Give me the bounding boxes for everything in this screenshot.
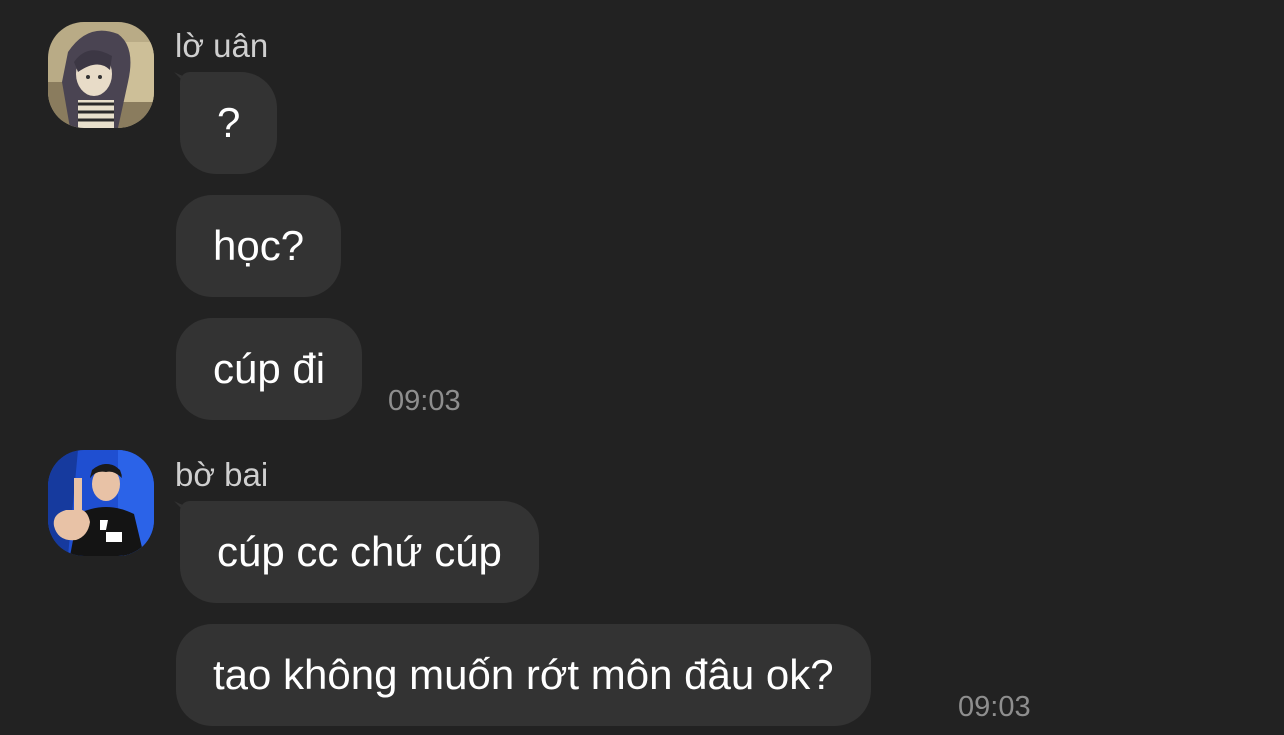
message-text: cúp đi <box>213 345 326 392</box>
avatar[interactable] <box>48 22 154 128</box>
chat-thread: lờ uân ? học? cúp đi 09:03 bờ bai cúp cc… <box>0 0 1284 735</box>
message-bubble[interactable]: ? <box>180 72 278 174</box>
message-bubble[interactable]: cúp cc chứ cúp <box>180 501 539 603</box>
anime-girl-avatar-icon <box>48 22 154 128</box>
sender-name: bờ bai <box>175 456 269 493</box>
message-bubble[interactable]: cúp đi <box>176 318 363 420</box>
message-text: học? <box>213 222 305 269</box>
sender-name: lờ uân <box>175 27 269 64</box>
message-text: cúp cc chứ cúp <box>217 528 502 575</box>
message-bubble[interactable]: học? <box>176 195 342 297</box>
message-text: ? <box>217 99 241 146</box>
avatar[interactable] <box>48 450 154 556</box>
message-timestamp: 09:03 <box>958 691 1031 723</box>
message-timestamp: 09:03 <box>388 385 461 417</box>
message-text: tao không muốn rớt môn đâu ok? <box>213 651 834 698</box>
esports-player-avatar-icon <box>48 450 154 556</box>
message-bubble[interactable]: tao không muốn rớt môn đâu ok? <box>176 624 871 726</box>
